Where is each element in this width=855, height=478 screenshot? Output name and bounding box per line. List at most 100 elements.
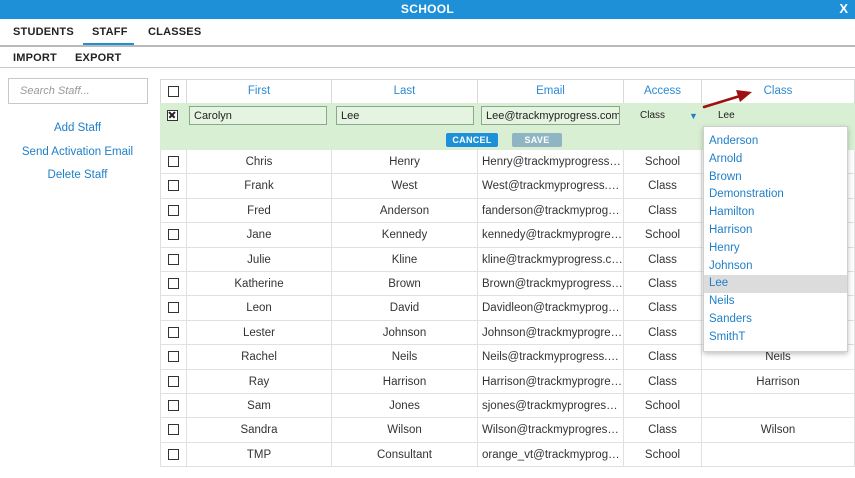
edit-first-input[interactable]	[189, 106, 327, 125]
cell-first: TMP	[187, 442, 332, 467]
main-nav: STUDENTS STAFF CLASSES	[0, 19, 855, 45]
cell-email: Davidleon@trackmyprogress.com	[478, 296, 624, 321]
title-bar: SCHOOL X	[0, 0, 855, 19]
edit-email-input[interactable]	[481, 106, 620, 125]
row-select-cell	[160, 345, 187, 370]
class-option[interactable]: Lee	[704, 275, 847, 294]
edit-access-select[interactable]: Class	[640, 110, 665, 121]
export-button[interactable]: EXPORT	[75, 52, 121, 64]
cell-email: sjones@trackmyprogress.com	[478, 394, 624, 418]
class-option[interactable]: Anderson	[704, 133, 847, 151]
class-option[interactable]: Neils	[704, 293, 847, 311]
save-button[interactable]: SAVE	[512, 133, 562, 147]
table-row[interactable]: TMPConsultantorange_vt@trackmyprogress.c…	[160, 442, 855, 468]
row-select-cell	[160, 394, 187, 418]
cell-last: Wilson	[332, 418, 478, 443]
close-icon[interactable]: X	[839, 1, 848, 16]
cancel-button[interactable]: CANCEL	[446, 133, 498, 147]
cell-email: West@trackmyprogress.com	[478, 174, 624, 199]
caret-down-icon[interactable]: ▼	[689, 111, 698, 121]
header-last[interactable]: Last	[332, 79, 478, 103]
search-staff-input[interactable]	[8, 78, 148, 104]
delete-staff-link[interactable]: Delete Staff	[0, 169, 155, 181]
class-option[interactable]: Brown	[704, 169, 847, 187]
class-option[interactable]: Hamilton	[704, 204, 847, 222]
cell-first: Chris	[187, 150, 332, 174]
cell-last: Consultant	[332, 442, 478, 467]
cell-access: Class	[624, 320, 702, 345]
cell-email: Brown@trackmyprogress.com	[478, 272, 624, 296]
row-checkbox-icon[interactable]	[168, 424, 179, 436]
annotation-arrow-icon	[702, 90, 752, 109]
cell-first: Ray	[187, 369, 332, 394]
row-checkbox-icon[interactable]	[168, 229, 179, 241]
cell-class: Wilson	[702, 418, 855, 443]
row-checkbox-icon[interactable]	[168, 400, 179, 411]
table-row[interactable]: Sam Jones sjones@trackmyprogress.com School	[160, 394, 855, 419]
cell-access: School	[624, 394, 702, 418]
class-option[interactable]: SmithT	[704, 329, 847, 347]
cell-first: Frank	[187, 174, 332, 199]
active-tab-underline	[83, 43, 134, 45]
class-option[interactable]: Arnold	[704, 151, 847, 169]
cell-access: Class	[624, 369, 702, 394]
cell-last: Jones	[332, 394, 478, 418]
cell-last: Anderson	[332, 198, 478, 223]
cell-last: West	[332, 174, 478, 199]
class-option[interactable]: Henry	[704, 240, 847, 258]
window-title: SCHOOL	[400, 2, 455, 16]
cell-class: Harrison	[702, 369, 855, 394]
cell-first: Leon	[187, 296, 332, 321]
cell-first: Jane	[187, 223, 332, 248]
edit-last-input[interactable]	[336, 106, 474, 125]
class-option[interactable]: Johnson	[704, 258, 847, 276]
row-checkbox-icon[interactable]	[168, 302, 179, 314]
row-checkbox-icon[interactable]	[168, 351, 179, 363]
class-option[interactable]: Harrison	[704, 222, 847, 240]
cell-first: Fred	[187, 198, 332, 223]
cell-class	[702, 394, 855, 418]
table-row[interactable]: RayHarrisonHarrison@trackmyprogress.comC…	[160, 369, 855, 394]
class-option[interactable]: Demonstration	[704, 186, 847, 204]
cell-access: Class	[624, 174, 702, 199]
row-select-cell	[160, 369, 187, 394]
row-checkbox-icon[interactable]	[168, 253, 179, 265]
table-row[interactable]: Sandra Wilson Wilson@trackmyprogress.com Cl…	[160, 418, 855, 443]
cell-email: fanderson@trackmyprogress.com	[478, 198, 624, 223]
add-staff-link[interactable]: Add Staff	[0, 122, 155, 134]
row-checkbox-icon[interactable]	[168, 326, 179, 338]
row-checkbox-icon[interactable]	[168, 278, 179, 289]
tab-staff[interactable]: STAFF	[92, 26, 128, 38]
header-first[interactable]: First	[187, 79, 332, 103]
send-activation-email-link[interactable]: Send Activation Email	[0, 146, 155, 158]
row-checkbox-icon[interactable]	[168, 204, 179, 216]
header-access[interactable]: Access	[624, 79, 702, 103]
cell-first: Lester	[187, 320, 332, 345]
tab-classes[interactable]: CLASSES	[148, 26, 201, 38]
cell-first: Rachel	[187, 345, 332, 370]
row-checkbox-icon[interactable]	[168, 180, 179, 192]
row-checkbox-icon[interactable]	[168, 156, 179, 167]
import-button[interactable]: IMPORT	[13, 52, 57, 64]
cell-last: Kennedy	[332, 223, 478, 248]
header-email[interactable]: Email	[478, 79, 624, 103]
cell-email: orange_vt@trackmyprogress.com	[478, 442, 624, 467]
row-select-cell	[160, 320, 187, 345]
row-checkbox-icon[interactable]	[168, 448, 179, 460]
class-dropdown[interactable]: Anderson Arnold Brown Demonstration Hamilton…	[703, 126, 848, 352]
class-option[interactable]: Sanders	[704, 311, 847, 329]
cell-access: School	[624, 223, 702, 248]
row-checkbox-icon[interactable]	[168, 375, 179, 387]
edit-row-checkbox-icon[interactable]	[167, 110, 178, 121]
select-all-checkbox-icon[interactable]	[168, 86, 179, 97]
row-select-cell	[160, 272, 187, 296]
cell-access: Class	[624, 247, 702, 272]
sidebar: Add Staff Send Activation Email Delete S…	[0, 68, 158, 478]
cell-first: Katherine	[187, 272, 332, 296]
cell-access: Class	[624, 345, 702, 370]
row-select-cell	[160, 150, 187, 174]
tab-students[interactable]: STUDENTS	[13, 26, 74, 38]
cell-email: Neils@trackmyprogress.com	[478, 345, 624, 370]
cell-access: School	[624, 150, 702, 174]
edit-class-select[interactable]: Lee	[718, 110, 735, 121]
